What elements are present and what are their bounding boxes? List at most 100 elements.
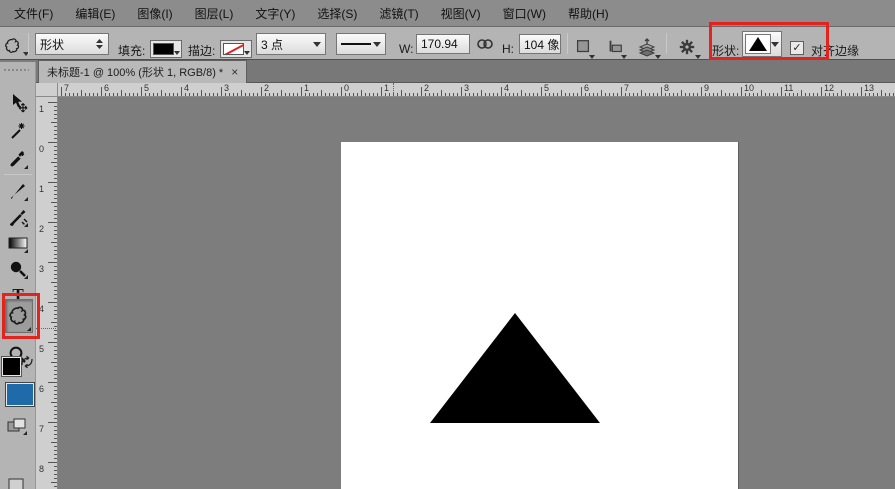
ruler-tick [225,93,226,96]
ruler-tick [85,93,86,96]
ruler-tick [54,294,57,295]
ruler-tick [217,93,218,96]
menu-item-5[interactable]: 选择(S) [317,5,357,22]
ruler-tick [54,170,57,171]
ruler-tick [877,93,878,96]
tool-flyout-indicator [24,197,28,201]
ruler-tick [357,93,358,96]
ruler-tick [125,93,126,96]
ruler-number: 7 [624,84,629,93]
menu-item-9[interactable]: 帮助(H) [568,5,609,22]
menu-item-0[interactable]: 文件(F) [14,5,53,22]
ruler-tick [153,93,154,96]
chain-link-icon [476,38,494,50]
ruler-tick [561,90,562,96]
quick-selection-tool-button[interactable] [7,120,29,142]
geometry-options-button[interactable] [675,35,699,59]
ruler-tick [54,398,57,399]
ruler-tick [737,93,738,96]
ruler-tick [193,93,194,96]
ruler-number: 1 [304,84,309,93]
ruler-tick [161,90,162,96]
tool-preset-button[interactable] [1,34,25,58]
ruler-tick [721,90,722,96]
ruler-tick [54,150,57,151]
ruler-tick [54,330,57,331]
horizontal-ruler[interactable]: 7654321012345678910111213 [58,83,895,97]
ruler-tick [333,93,334,96]
ruler-tick [741,87,742,96]
ruler-tick [253,93,254,96]
solid-line-icon [341,42,371,46]
align-edges-checkbox[interactable]: ✓ [790,41,804,55]
dodge-tool-button[interactable] [7,258,29,280]
path-operations-button[interactable] [571,35,595,59]
move-tool-button[interactable] [7,92,29,114]
ruler-tick [54,350,57,351]
vertical-ruler[interactable]: 1012345678 [36,97,58,489]
menu-item-7[interactable]: 视图(V) [441,5,481,22]
document-tab[interactable]: 未标题-1 @ 100% (形状 1, RGB/8) * × [38,60,247,83]
tab-close-button[interactable]: × [231,65,238,79]
ruler-tick [54,318,57,319]
ruler-tick [825,93,826,96]
ruler-tick [281,90,282,96]
ruler-tick [653,93,654,96]
ruler-tick [51,322,57,323]
ruler-cursor-indicator [36,328,58,329]
menu-item-8[interactable]: 窗口(W) [503,5,546,22]
path-arrangement-button[interactable] [635,35,659,59]
ruler-tick [149,93,150,96]
foreground-color-swatch[interactable] [2,357,21,376]
swap-colors-icon[interactable] [20,355,34,369]
ruler-tick [54,434,57,435]
ruler-tick [54,258,57,259]
screen-mode-button[interactable] [6,474,28,489]
ruler-tick [54,458,57,459]
mixer-brush-tool-button[interactable] [7,206,29,228]
link-dimensions-button[interactable] [475,36,495,52]
ruler-tick [54,106,57,107]
ruler-tick [405,93,406,96]
ruler-tick [529,93,530,96]
gradient-tool-button[interactable] [7,232,29,254]
menu-bar: 文件(F) 编辑(E) 图像(I) 图层(L) 文字(Y) 选择(S) 滤镜(T) 视图(V)… [0,0,895,27]
ruler-tick [54,230,57,231]
tool-mode-select[interactable]: 形状 [35,33,109,55]
shape-picker-button[interactable] [742,31,782,57]
stroke-width-field[interactable]: 3 点 [256,33,326,55]
ruler-tick [701,87,702,96]
brush-tool-button[interactable] [7,180,29,202]
shape-height-input[interactable]: 104 像素 [519,34,561,54]
document-canvas[interactable] [341,142,738,489]
ruler-tick [309,93,310,96]
ruler-tick [445,93,446,96]
ruler-corner[interactable] [36,83,58,97]
quick-mask-button[interactable] [6,414,28,436]
menu-item-6[interactable]: 滤镜(T) [379,5,418,22]
ruler-tick [553,93,554,96]
eyedropper-tool-button[interactable] [7,148,29,170]
path-alignment-button[interactable] [603,35,627,59]
stroke-style-select[interactable] [336,33,386,55]
ruler-tick [717,93,718,96]
ruler-tick [51,122,57,123]
ruler-tick [609,93,610,96]
menu-item-3[interactable]: 图层(L) [195,5,234,22]
ruler-number: 13 [864,84,874,93]
ruler-tick [425,93,426,96]
stroke-swatch-button[interactable] [220,40,252,58]
menu-item-4[interactable]: 文字(Y) [255,5,295,22]
panel-grip[interactable] [3,68,29,72]
ruler-tick [729,93,730,96]
menu-item-1[interactable]: 编辑(E) [75,5,115,22]
dropdown-arrow-icon [695,55,701,59]
shape-width-input[interactable]: 170.94 [416,34,470,54]
menu-item-2[interactable]: 图像(I) [137,5,172,22]
fill-swatch-button[interactable] [150,40,182,58]
ruler-number: 12 [824,84,834,93]
ruler-tick [465,93,466,96]
custom-shape-tool-button[interactable] [5,299,33,333]
background-color-swatch[interactable] [6,383,34,406]
ruler-tick [54,226,57,227]
